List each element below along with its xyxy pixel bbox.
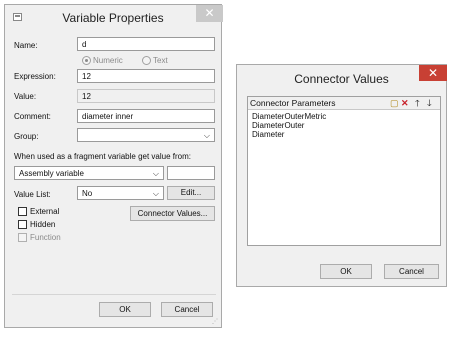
value-list-dropdown[interactable]: No ⌵ — [77, 186, 164, 200]
edit-button[interactable]: Edit... — [167, 186, 215, 200]
text-radio[interactable] — [142, 56, 151, 65]
close-button[interactable]: ✕ — [196, 5, 223, 22]
close-button[interactable]: ✕ — [419, 65, 447, 81]
numeric-radio[interactable] — [82, 56, 91, 65]
fragment-extra-field[interactable] — [167, 166, 215, 180]
chevron-down-icon: ⌵ — [152, 189, 159, 198]
connector-values-dialog: Connector Values ✕ Connector Parameters … — [236, 64, 447, 287]
expression-label: Expression: — [14, 72, 56, 81]
cancel-button[interactable]: Cancel — [161, 302, 213, 317]
chevron-down-icon: ⌵ — [152, 169, 159, 178]
list-item[interactable]: Diameter — [252, 130, 284, 139]
comment-field[interactable]: diameter inner — [77, 109, 215, 123]
ok-button[interactable]: OK — [99, 302, 151, 317]
ok-button[interactable]: OK — [320, 264, 372, 279]
arrow-down-icon[interactable]: 🡓 — [427, 98, 432, 108]
cancel-button[interactable]: Cancel — [384, 264, 439, 279]
expression-field[interactable]: 12 — [77, 69, 215, 83]
hidden-label: Hidden — [30, 220, 56, 229]
resize-grip-icon[interactable]: ⋰ — [212, 318, 218, 325]
list-item[interactable]: DiameterOuter — [252, 121, 304, 130]
connector-values-button[interactable]: Connector Values... — [130, 206, 215, 221]
name-field[interactable]: d — [77, 37, 215, 51]
close-icon: ✕ — [427, 66, 439, 80]
fragment-label: When used as a fragment variable get val… — [14, 152, 191, 161]
numeric-label: Numeric — [93, 56, 123, 65]
fragment-source-value: Assembly variable — [19, 169, 84, 178]
group-dropdown[interactable]: ⌵ — [77, 128, 215, 142]
name-label: Name: — [14, 41, 38, 50]
dialog-title: Connector Values — [294, 72, 389, 86]
arrow-up-icon[interactable]: 🡑 — [415, 98, 420, 108]
chevron-down-icon: ⌵ — [203, 131, 210, 140]
new-icon[interactable]: ▢ — [390, 98, 399, 108]
list-item[interactable]: DiameterOuterMetric — [252, 112, 326, 121]
fragment-source-dropdown[interactable]: Assembly variable ⌵ — [14, 166, 164, 180]
external-label: External — [30, 207, 60, 216]
list-header-label: Connector Parameters — [250, 98, 336, 108]
value-label: Value: — [14, 92, 37, 101]
text-label: Text — [153, 56, 168, 65]
value-list-value: No — [82, 189, 93, 198]
value-field: 12 — [77, 89, 215, 103]
list-header: Connector Parameters ▢ ✕ 🡑 🡓 — [248, 97, 440, 110]
hidden-checkbox[interactable] — [18, 220, 27, 229]
close-icon: ✕ — [204, 6, 215, 20]
external-checkbox[interactable] — [18, 207, 27, 216]
function-label: Function — [30, 233, 61, 242]
value-list-label: Value List: — [14, 190, 51, 199]
variable-properties-dialog: Variable Properties ✕ Name: d Numeric Te… — [4, 4, 223, 328]
comment-label: Comment: — [14, 112, 51, 121]
delete-icon[interactable]: ✕ — [401, 98, 409, 108]
function-checkbox[interactable] — [18, 233, 27, 242]
dialog-title: Variable Properties — [62, 11, 164, 25]
group-label: Group: — [14, 132, 39, 141]
connector-parameters-panel: Connector Parameters ▢ ✕ 🡑 🡓 DiameterOut… — [247, 96, 441, 246]
separator — [12, 294, 216, 295]
